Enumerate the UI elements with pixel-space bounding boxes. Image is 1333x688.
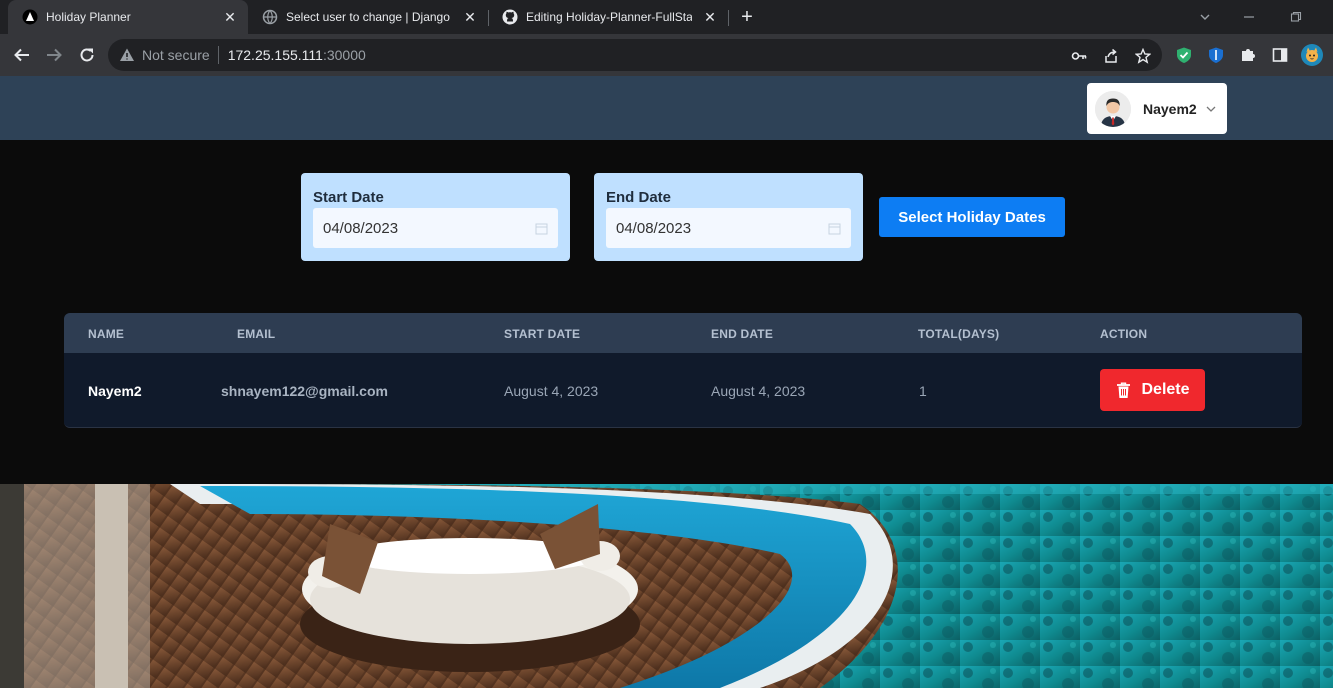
side-panel-icon[interactable] xyxy=(1270,45,1290,65)
row-end-date: August 4, 2023 xyxy=(711,383,806,399)
row-name: Nayem2 xyxy=(88,383,142,399)
address-bar[interactable]: Not secure 172.25.155.111:30000 xyxy=(108,39,1162,71)
row-email: shnayem122@gmail.com xyxy=(221,383,388,399)
shield-extension-icon[interactable] xyxy=(1174,45,1194,65)
chevron-down-icon xyxy=(1205,103,1217,115)
forward-arrow-icon[interactable] xyxy=(42,43,66,67)
tab-title: Select user to change | Django sit xyxy=(286,10,452,24)
new-tab-button[interactable]: + xyxy=(736,6,758,28)
row-total-days: 1 xyxy=(919,383,927,399)
column-header-action: ACTION xyxy=(1100,327,1148,341)
tab-search-icon[interactable] xyxy=(1194,6,1216,28)
tab-separator xyxy=(728,10,729,26)
tab-django-admin[interactable]: Select user to change | Django sit ✕ xyxy=(248,0,488,34)
select-holiday-dates-button[interactable]: Select Holiday Dates xyxy=(879,197,1065,237)
close-tab-icon[interactable]: ✕ xyxy=(700,7,720,27)
calendar-icon[interactable] xyxy=(534,221,548,235)
username-label: Nayem2 xyxy=(1143,100,1197,117)
column-header-total-days: TOTAL(DAYS) xyxy=(918,327,1000,341)
start-date-input[interactable]: 04/08/2023 xyxy=(313,208,558,248)
calendar-icon[interactable] xyxy=(827,221,841,235)
trash-icon xyxy=(1115,381,1131,399)
warning-triangle-icon[interactable] xyxy=(118,46,136,64)
share-icon[interactable] xyxy=(1102,47,1120,65)
profile-avatar-icon[interactable] xyxy=(1301,44,1323,66)
bookmark-star-icon[interactable] xyxy=(1134,47,1152,65)
end-date-card: End Date 04/08/2023 xyxy=(594,173,863,261)
start-date-label: Start Date xyxy=(313,189,384,206)
back-arrow-icon[interactable] xyxy=(10,43,34,67)
url-port: :30000 xyxy=(322,47,366,63)
tab-github[interactable]: Editing Holiday-Planner-FullStack ✕ xyxy=(488,0,728,34)
column-header-name: NAME xyxy=(88,327,125,341)
end-date-value: 04/08/2023 xyxy=(616,219,692,237)
tab-title: Holiday Planner xyxy=(46,10,131,24)
tab-holiday-planner[interactable]: Holiday Planner ✕ xyxy=(8,0,248,34)
table-header: NAME EMAIL START DATE END DATE TOTAL(DAY… xyxy=(64,313,1302,353)
delete-button-label: Delete xyxy=(1141,381,1190,398)
end-date-label: End Date xyxy=(606,189,672,206)
delete-button[interactable]: Delete xyxy=(1100,369,1205,411)
close-tab-icon[interactable]: ✕ xyxy=(460,7,480,27)
reload-icon[interactable] xyxy=(75,43,99,67)
start-date-card: Start Date 04/08/2023 xyxy=(301,173,570,261)
column-header-end-date: END DATE xyxy=(711,327,774,341)
user-menu-button[interactable]: Nayem2 xyxy=(1087,83,1227,134)
holiday-table: NAME EMAIL START DATE END DATE TOTAL(DAY… xyxy=(64,313,1302,428)
security-status-label: Not secure xyxy=(142,47,210,63)
holiday-planner-favicon-icon xyxy=(22,9,38,25)
column-header-email: EMAIL xyxy=(237,327,276,341)
row-start-date: August 4, 2023 xyxy=(504,383,599,399)
page: Nayem2 Start Date 04/08/2023 End Date 04… xyxy=(0,76,1333,688)
minimize-icon[interactable] xyxy=(1238,6,1260,28)
browser-tab-bar: Holiday Planner ✕ Select user to change … xyxy=(0,0,1333,34)
resort-hero-image xyxy=(0,484,1333,688)
tab-title: Editing Holiday-Planner-FullStack xyxy=(526,10,692,24)
github-icon xyxy=(502,9,518,25)
restore-icon[interactable] xyxy=(1285,6,1307,28)
close-tab-icon[interactable]: ✕ xyxy=(220,7,240,27)
vpn-shield-icon[interactable] xyxy=(1206,45,1226,65)
key-icon[interactable] xyxy=(1070,47,1088,65)
globe-icon xyxy=(262,9,278,25)
end-date-input[interactable]: 04/08/2023 xyxy=(606,208,851,248)
table-row: Nayem2 shnayem122@gmail.com August 4, 20… xyxy=(64,353,1302,427)
start-date-value: 04/08/2023 xyxy=(323,219,399,237)
app-header: Nayem2 xyxy=(0,76,1333,140)
address-divider xyxy=(217,46,219,64)
puzzle-extensions-icon[interactable] xyxy=(1238,45,1258,65)
url-host: 172.25.155.111 xyxy=(227,47,323,63)
browser-toolbar: Not secure 172.25.155.111:30000 xyxy=(0,34,1333,76)
avatar xyxy=(1095,90,1131,127)
column-header-start-date: START DATE xyxy=(504,327,581,341)
